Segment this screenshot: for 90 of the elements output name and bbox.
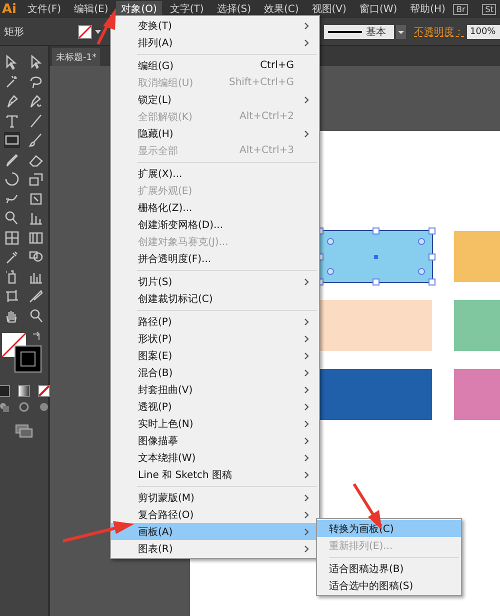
chevron-right-icon [304,96,309,104]
caret-icon[interactable] [396,24,406,38]
rectangle-icon[interactable] [4,132,20,148]
app-launch-button[interactable]: St [482,4,496,14]
menu-item[interactable]: 隐藏(H) [111,125,319,142]
chevron-right-icon [304,22,309,30]
chevron-right-icon [304,528,309,536]
pencil-icon[interactable] [4,152,20,168]
menu-bar-item[interactable]: 窗口(W) [354,1,402,17]
draw-mode-icon[interactable] [0,400,10,412]
magic-wand-icon[interactable] [4,74,20,90]
tool-name: 矩形 [4,26,25,38]
menu-item[interactable]: 路径(P) [111,313,319,330]
menu-item[interactable]: 适合选中的图稿(S) [317,577,461,594]
stroke-style-dropdown[interactable]: 基本 [324,24,394,38]
app-launch-button[interactable]: Br [453,4,468,14]
brush-icon[interactable] [28,132,44,148]
mesh-icon[interactable] [4,230,20,246]
knife-icon[interactable] [28,288,44,304]
draw-mode-icon[interactable] [18,400,30,412]
opacity-link[interactable]: 不透明度： [414,24,464,38]
color-mode-icon[interactable] [0,385,10,397]
caret-icon[interactable] [95,30,101,34]
artboard-tool-icon[interactable] [4,288,20,304]
zoom-icon[interactable] [28,308,44,324]
chevron-right-icon [304,386,309,394]
menu-item[interactable]: 创建裁切标记(C) [111,290,319,307]
menu-item[interactable]: 形状(P) [111,330,319,347]
menu-item[interactable]: 封套扭曲(V) [111,381,319,398]
menu-bar-item[interactable]: 效果(C) [258,1,304,17]
menu-item[interactable]: Line 和 Sketch 图稿 [111,466,319,483]
menu-item[interactable]: 剪切蒙版(M) [111,489,319,506]
chevron-right-icon [304,420,309,428]
chevron-right-icon [304,494,309,502]
chevron-right-icon [304,130,309,138]
opacity-field[interactable]: 100% [467,24,500,38]
chevron-right-icon [304,318,309,326]
menu-item[interactable]: 扩展(X)... [111,165,319,182]
menu-item[interactable]: 变换(T) [111,17,319,34]
menu-item[interactable]: 图表(R) [111,540,319,557]
free-transform-icon[interactable] [28,190,44,206]
gradient-mode-icon[interactable] [18,385,30,397]
menu-item[interactable]: 编组(G) Ctrl+G [111,57,319,74]
chevron-right-icon [304,368,309,376]
lasso-icon[interactable] [28,74,44,90]
chevron-right-icon [304,454,309,462]
chevron-right-icon [304,544,309,552]
draw-mode-icon[interactable] [38,400,50,412]
scale-icon[interactable] [28,171,44,187]
menu-item[interactable]: 图像描摹 [111,432,319,449]
document-tab[interactable]: 未标题-1* [52,48,100,66]
chevron-right-icon [304,38,309,46]
menu-item[interactable]: 排列(A) [111,34,319,51]
chevron-right-icon [304,436,309,444]
chevron-right-icon [304,352,309,360]
menu-item[interactable]: 图案(E) [111,347,319,364]
menu-item[interactable]: 透视(P) [111,398,319,415]
menu-item[interactable]: 混合(B) [111,364,319,381]
rotate-icon[interactable] [4,171,20,187]
menu-item[interactable]: 切片(S) [111,273,319,290]
menu-item[interactable]: 适合图稿边界(B) [317,560,461,577]
chevron-right-icon [304,470,309,478]
annotation-arrow [62,521,134,542]
line-icon[interactable] [28,112,44,128]
chevron-right-icon [304,278,309,286]
menu-item[interactable]: 复合路径(O) [111,506,319,523]
app-logo: Ai [1,2,18,16]
menu-item[interactable]: 拼合透明度(F)... [111,250,319,267]
chevron-right-icon [304,334,309,342]
screen-mode-icon[interactable] [15,424,33,438]
stroke-line-icon [328,30,362,34]
menu-item[interactable]: 实时上色(N) [111,415,319,432]
menu-item[interactable]: 锁定(L) [111,91,319,108]
menu-bar-item[interactable]: 选择(S) [212,1,256,17]
menu-bar-item[interactable]: 编辑(E) [69,1,114,17]
stroke-swatch[interactable] [78,24,92,38]
eyedropper-icon[interactable] [4,249,20,265]
menu-bar-item[interactable]: 文字(T) [164,1,209,17]
menu-bar-item[interactable]: 视图(V) [306,1,352,17]
curvature-pen-icon[interactable] [28,93,44,109]
menu-item[interactable]: 文本绕排(W) [111,449,319,466]
chevron-right-icon [304,510,309,518]
type-tool-icon[interactable] [4,112,20,128]
menu-item[interactable]: 栅格化(Z)... [111,199,319,216]
chevron-right-icon [304,402,309,410]
menu-item[interactable]: 画板(A) [111,523,319,540]
menu-bar-item[interactable]: 帮助(H) [405,1,450,17]
menu-item[interactable]: 创建渐变网格(D)... [111,216,319,233]
none-mode-icon[interactable] [38,385,50,397]
menu-bar-item[interactable]: 文件(F) [22,1,66,17]
